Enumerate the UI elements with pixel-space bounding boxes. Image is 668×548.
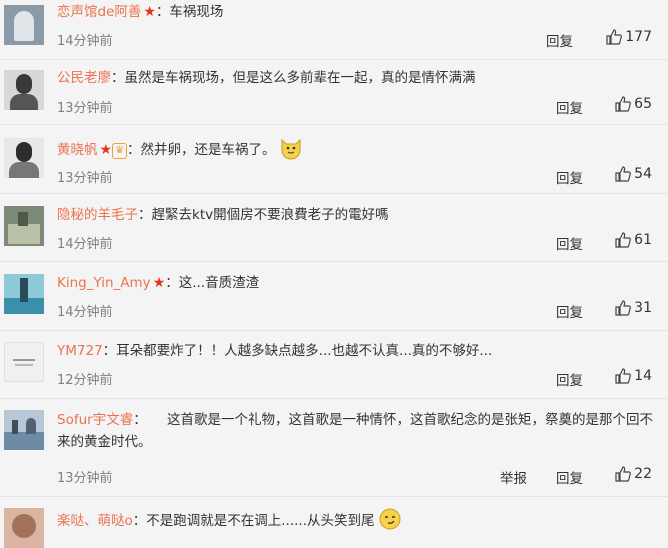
vip-star-icon: ★ (143, 4, 156, 20)
like-count: 31 (634, 300, 652, 316)
vip-star-icon: ★ (152, 275, 166, 291)
reply-button[interactable]: 回复 (556, 97, 583, 117)
like-button[interactable]: 14 (615, 368, 652, 384)
divider (0, 59, 668, 60)
comment-item: King_Yin_Amy ★：这...音质渣渣 14分钟前 回复 31 (0, 268, 668, 333)
username-link[interactable]: 黄晓帆 (57, 142, 98, 158)
username-link[interactable]: 隐秘的羊毛子 (57, 207, 138, 223)
thumbs-up-icon (606, 29, 623, 45)
like-button[interactable]: 22 (615, 466, 652, 482)
comment-time: 13分钟前 (57, 101, 113, 116)
comment-body: ：车祸现场 (155, 4, 224, 20)
like-count: 61 (634, 232, 652, 248)
username-link[interactable]: 恋声馆de阿善 (57, 4, 141, 20)
comment-body: ：耳朵都要炸了！！人越多缺点越多...也越不认真...真的不够好... (102, 343, 493, 359)
reply-button[interactable]: 回复 (546, 30, 573, 50)
comment-item: 恋声馆de阿善 ★：车祸现场 14分钟前 回复 177 (0, 0, 668, 65)
username-link[interactable]: YM727 (57, 343, 103, 359)
avatar[interactable] (4, 274, 44, 314)
smirk-face-emoji (379, 508, 401, 530)
like-button[interactable]: 65 (615, 96, 652, 112)
thumbs-up-icon (615, 96, 632, 112)
comment-text: 隐秘的羊毛子：趕緊去ktv開個房不要浪費老子的電好嗎 (57, 205, 654, 226)
comment-item: Sofur宇文睿： 这首歌是一个礼物，这首歌是一种情怀，这首歌纪念的是张矩，祭奠… (0, 404, 668, 499)
comment-text: 楽哒、萌哒o：不是跑调就是不在调上......从头笑到尾 (57, 507, 654, 532)
comment-item: 公民老廖：虽然是车祸现场，但是这么多前辈在一起，真的是情怀满满 13分钟前 回复… (0, 64, 668, 129)
comment-item: YM727：耳朵都要炸了！！人越多缺点越多...也越不认真...真的不够好...… (0, 336, 668, 401)
comment-time: 14分钟前 (57, 237, 113, 252)
like-button[interactable]: 177 (606, 29, 652, 45)
comment-item: 黄晓帆 ★ ♛ ：然并卵，还是车祸了。 13分钟前 回复 54 (0, 130, 668, 198)
comment-text: YM727：耳朵都要炸了！！人越多缺点越多...也越不认真...真的不够好... (57, 341, 654, 362)
report-button[interactable]: 举报 (500, 467, 527, 487)
username-link[interactable]: Sofur宇文睿 (57, 412, 133, 428)
thumbs-up-icon (615, 466, 632, 482)
comment-body: ：不是跑调就是不在调上......从头笑到尾 (132, 513, 375, 529)
like-count: 177 (625, 29, 652, 45)
divider (0, 124, 668, 125)
comment-text: 恋声馆de阿善 ★：车祸现场 (57, 2, 654, 23)
avatar[interactable] (4, 138, 44, 178)
avatar[interactable] (4, 5, 44, 45)
like-count: 65 (634, 96, 652, 112)
divider (0, 193, 668, 194)
vip-star-icon: ★ (99, 142, 113, 158)
comment-body: ：然并卵，还是车祸了。 (127, 142, 276, 158)
thumbs-up-icon (615, 300, 632, 316)
username-link[interactable]: King_Yin_Amy (57, 275, 151, 291)
comment-item: 楽哒、萌哒o：不是跑调就是不在调上......从头笑到尾 (0, 502, 668, 548)
avatar[interactable] (4, 342, 44, 382)
comment-body: ：这...音质渣渣 (165, 275, 260, 291)
comment-time: 13分钟前 (57, 171, 113, 186)
reply-button[interactable]: 回复 (556, 301, 583, 321)
thumbs-up-icon (615, 232, 632, 248)
avatar[interactable] (4, 508, 44, 548)
comment-text: King_Yin_Amy ★：这...音质渣渣 (57, 273, 654, 294)
like-count: 54 (634, 166, 652, 182)
divider (0, 496, 668, 497)
avatar[interactable] (4, 70, 44, 110)
comment-time: 14分钟前 (57, 34, 113, 49)
like-count: 22 (634, 466, 652, 482)
comment-time: 12分钟前 (57, 373, 113, 388)
comment-body: ：虽然是车祸现场，但是这么多前辈在一起，真的是情怀满满 (111, 70, 476, 86)
divider (0, 261, 668, 262)
comment-time: 14分钟前 (57, 305, 113, 320)
like-count: 14 (634, 368, 652, 384)
like-button[interactable]: 31 (615, 300, 652, 316)
reply-button[interactable]: 回复 (556, 369, 583, 389)
comment-text: Sofur宇文睿： 这首歌是一个礼物，这首歌是一种情怀，这首歌纪念的是张矩，祭奠… (57, 409, 654, 453)
divider (0, 330, 668, 331)
username-link[interactable]: 公民老廖 (57, 70, 111, 86)
comment-time: 13分钟前 (57, 471, 113, 486)
username-link[interactable]: 楽哒、萌哒o (57, 513, 133, 529)
reply-button[interactable]: 回复 (556, 167, 583, 187)
comment-body: ： 这首歌是一个礼物，这首歌是一种情怀，这首歌纪念的是张矩，祭奠的是那个回不来的… (57, 412, 653, 450)
like-button[interactable]: 61 (615, 232, 652, 248)
reply-button[interactable]: 回复 (556, 233, 583, 253)
thumbs-up-icon (615, 166, 632, 182)
comment-body: ：趕緊去ktv開個房不要浪費老子的電好嗎 (138, 207, 389, 223)
comment-item: 隐秘的羊毛子：趕緊去ktv開個房不要浪費老子的電好嗎 14分钟前 回复 61 (0, 200, 668, 265)
avatar[interactable] (4, 206, 44, 246)
cat-face-emoji (281, 138, 301, 160)
avatar[interactable] (4, 410, 44, 450)
divider (0, 398, 668, 399)
comment-text: 黄晓帆 ★ ♛ ：然并卵，还是车祸了。 (57, 136, 654, 161)
level-badge: ♛ (112, 143, 128, 159)
reply-button[interactable]: 回复 (556, 467, 583, 487)
like-button[interactable]: 54 (615, 166, 652, 182)
comment-text: 公民老廖：虽然是车祸现场，但是这么多前辈在一起，真的是情怀满满 (57, 68, 654, 89)
thumbs-up-icon (615, 368, 632, 384)
